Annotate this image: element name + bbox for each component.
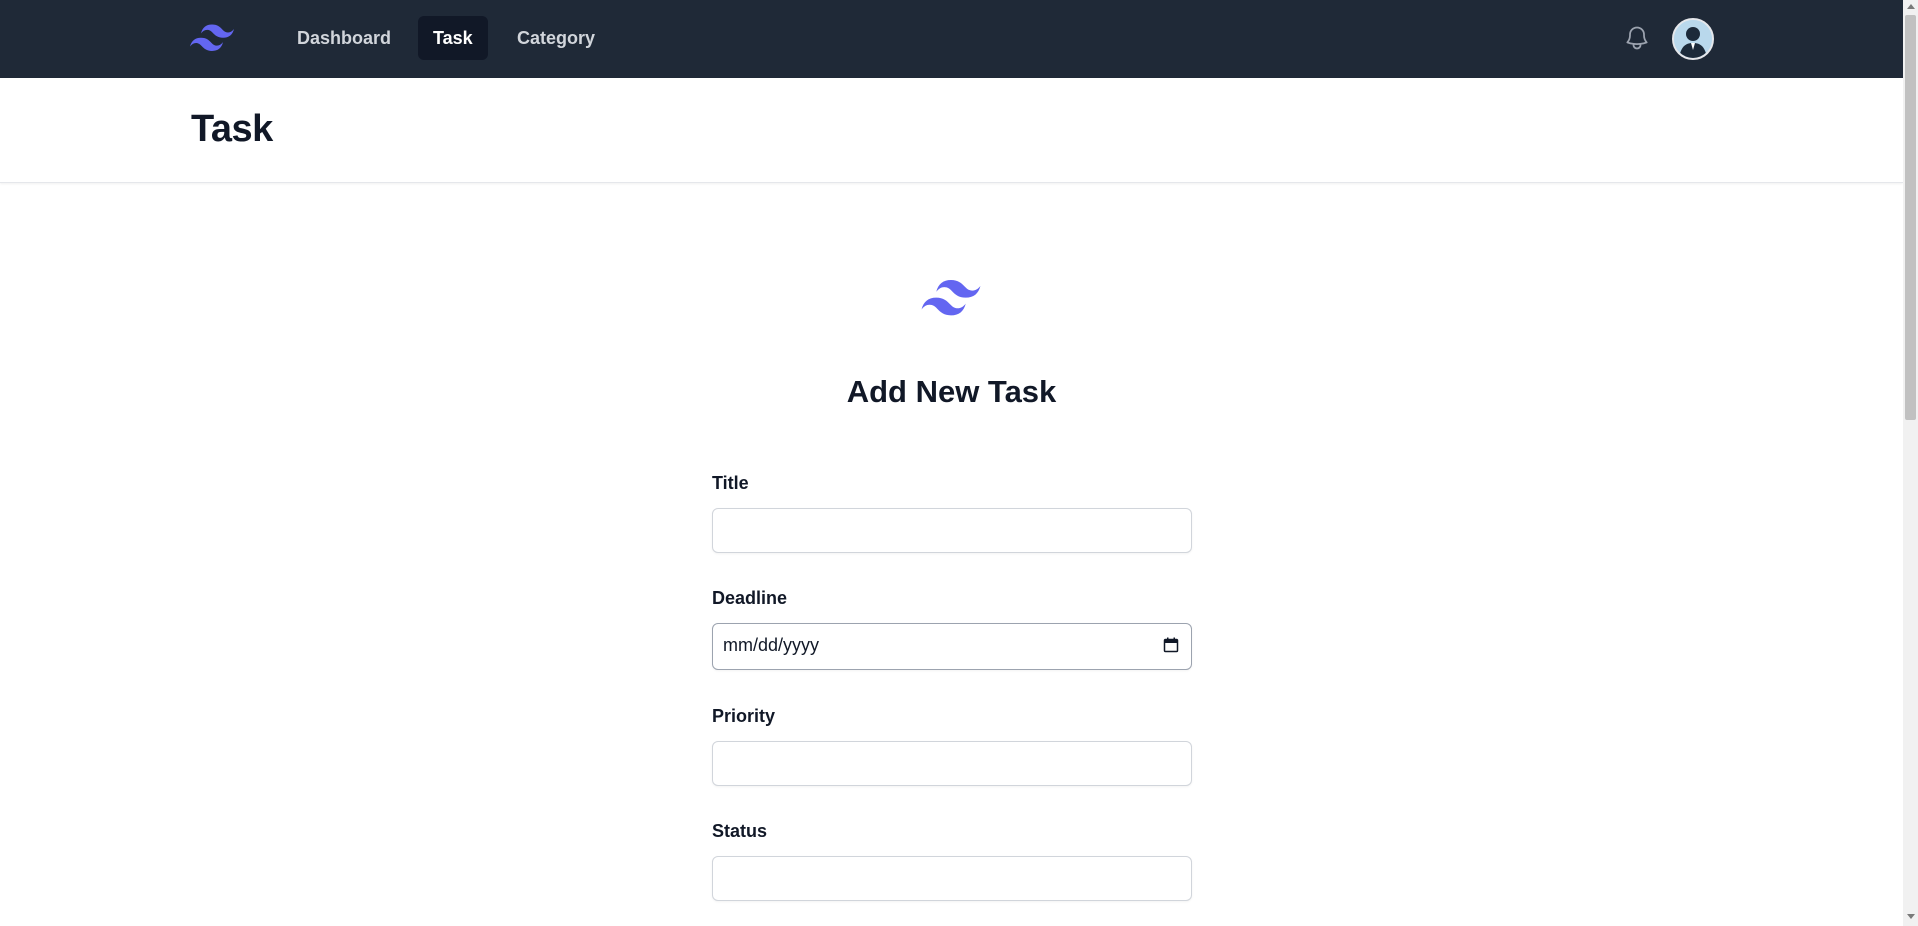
priority-input[interactable] (712, 741, 1192, 786)
top-navbar: Dashboard Task Category (0, 0, 1903, 78)
scroll-down-arrow-icon[interactable] (1907, 914, 1915, 919)
nav-link-category[interactable]: Category (502, 16, 610, 60)
calendar-icon[interactable] (1163, 637, 1179, 653)
form-title: Add New Task (846, 374, 1057, 409)
priority-label: Priority (712, 706, 776, 726)
avatar-image (1674, 20, 1712, 58)
title-label: Title (712, 473, 749, 493)
nav-link-dashboard[interactable]: Dashboard (282, 16, 406, 60)
scroll-up-arrow-icon[interactable] (1907, 4, 1915, 9)
status-label: Status (712, 821, 768, 841)
deadline-input[interactable]: mm/dd/yyyy (712, 623, 1192, 670)
page-title: Task (191, 108, 273, 150)
deadline-placeholder: mm/dd/yyyy (723, 635, 820, 655)
page-header: Task (0, 78, 1903, 183)
deadline-label: Deadline (712, 588, 788, 608)
bell-icon[interactable] (1623, 23, 1651, 53)
user-avatar[interactable] (1672, 18, 1714, 60)
scroll-thumb[interactable] (1905, 15, 1916, 420)
tailwind-logo-icon[interactable] (190, 24, 234, 52)
vertical-scrollbar[interactable] (1903, 0, 1918, 926)
tailwind-logo-icon (921, 280, 981, 316)
nav-link-task[interactable]: Task (418, 16, 488, 60)
status-input[interactable] (712, 856, 1192, 901)
title-input[interactable] (712, 508, 1192, 553)
